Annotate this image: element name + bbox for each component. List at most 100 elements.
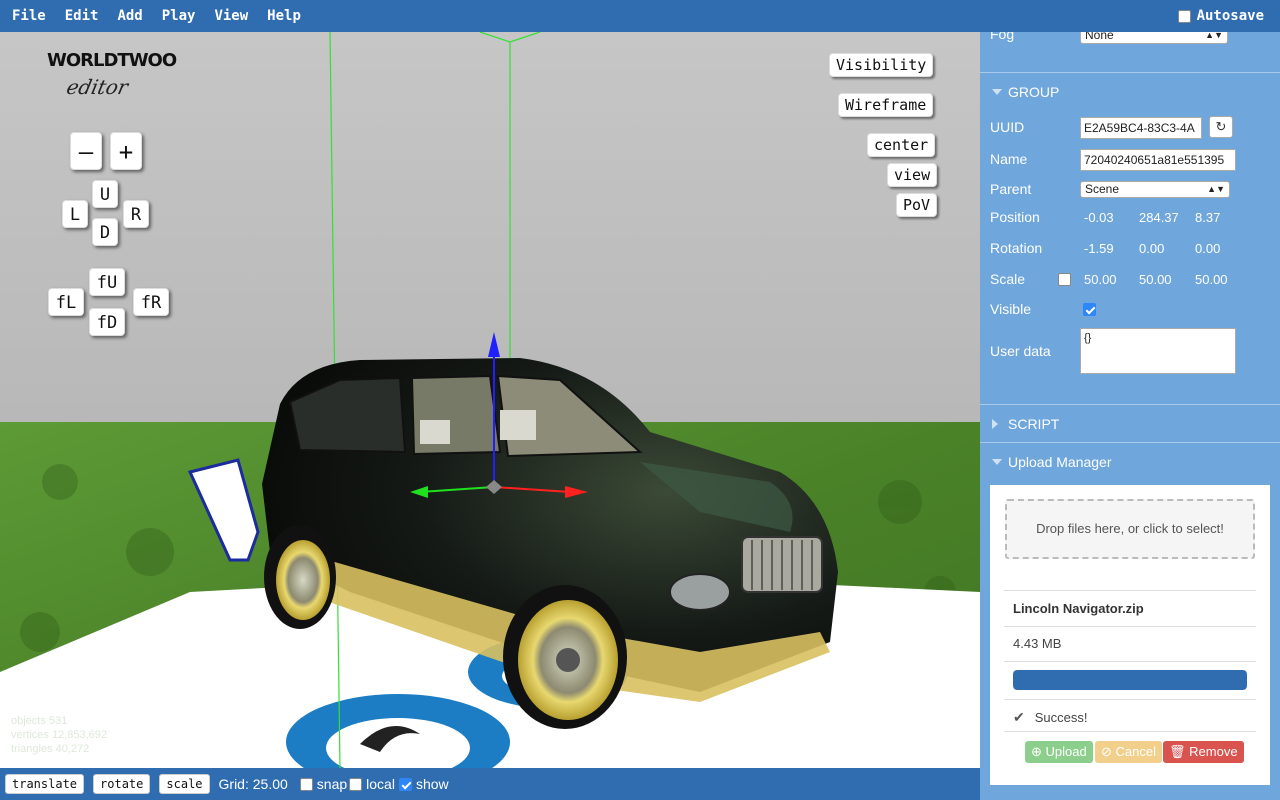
autosave-label: Autosave: [1196, 8, 1264, 24]
scale-label: Scale: [990, 271, 1026, 287]
scale-y[interactable]: 50.00: [1139, 272, 1172, 287]
upload-progress-fill: [1013, 670, 1247, 690]
view-button[interactable]: view: [887, 163, 938, 187]
upload-section-header[interactable]: Upload Manager: [992, 454, 1112, 470]
show-label: show: [415, 776, 449, 792]
visible-checkbox[interactable]: [1083, 303, 1096, 316]
fly-up-button[interactable]: fU: [89, 268, 125, 296]
scale-x[interactable]: 50.00: [1084, 272, 1117, 287]
properties-panel: Fog None ▲▼ GROUP UUID E2A59BC4-83C3-4A ↻…: [980, 32, 1280, 800]
rotation-label: Rotation: [990, 240, 1043, 256]
pan-right-button[interactable]: R: [123, 200, 149, 228]
position-y[interactable]: 284.37: [1139, 210, 1179, 225]
rotation-x[interactable]: -1.59: [1084, 241, 1114, 256]
select-arrow-icon: ▲▼: [1207, 184, 1225, 194]
upload-file-name: Lincoln Navigator.zip: [1013, 601, 1144, 616]
position-label: Position: [990, 209, 1040, 225]
file-dropzone[interactable]: Drop files here, or click to select!: [1005, 499, 1255, 559]
parent-select-value: Scene: [1085, 182, 1120, 196]
autosave-checkbox[interactable]: [1177, 9, 1191, 23]
menu-add[interactable]: Add: [109, 8, 150, 24]
bottom-toolbar: translate rotate scale Grid: 25.00 snap …: [0, 768, 980, 800]
remove-button-label: Remove: [1189, 744, 1238, 759]
stat-triangles: triangles 40,272: [11, 743, 90, 755]
rotation-z[interactable]: 0.00: [1195, 241, 1220, 256]
fog-select-value: None: [1085, 32, 1114, 42]
upload-status-text: Success!: [1034, 710, 1088, 725]
upload-status: ✔ Success!: [1013, 709, 1087, 726]
upload-progress-bar: [1013, 670, 1247, 690]
zoom-out-button[interactable]: –: [70, 132, 102, 170]
worldtwoo-logo: WORLDTWOO editor: [47, 50, 187, 110]
pan-left-button[interactable]: L: [62, 200, 88, 228]
wireframe-button[interactable]: Wireframe: [838, 93, 934, 117]
name-field[interactable]: 72040240651a81e551395: [1080, 149, 1236, 171]
pan-down-button[interactable]: D: [92, 218, 118, 246]
snap-label: snap: [316, 776, 348, 792]
menu-help[interactable]: Help: [259, 8, 309, 24]
zoom-in-button[interactable]: +: [110, 132, 142, 170]
fly-left-button[interactable]: fL: [48, 288, 84, 316]
translate-button[interactable]: translate: [5, 774, 85, 794]
stat-objects: objects 531: [11, 715, 68, 727]
parent-select[interactable]: Scene ▲▼: [1080, 181, 1230, 198]
menu-play[interactable]: Play: [154, 8, 204, 24]
uuid-field[interactable]: E2A59BC4-83C3-4A: [1080, 117, 1202, 139]
pov-button[interactable]: PoV: [896, 193, 938, 217]
grid-size[interactable]: Grid: 25.00: [219, 776, 288, 792]
group-section-header[interactable]: GROUP: [992, 84, 1059, 100]
checkmark-icon: ✔: [1013, 709, 1025, 725]
fly-right-button[interactable]: fR: [133, 288, 169, 316]
rotate-button[interactable]: rotate: [93, 774, 151, 794]
cancel-icon: ⊘: [1101, 744, 1112, 759]
stat-vertices: vertices 12,853,692: [11, 729, 108, 741]
visibility-button[interactable]: Visibility: [829, 53, 934, 77]
upload-section-title: Upload Manager: [1008, 454, 1112, 470]
autosave-toggle[interactable]: Autosave: [1177, 8, 1264, 24]
local-checkbox[interactable]: [349, 777, 363, 791]
pan-up-button[interactable]: U: [92, 180, 118, 208]
scale-button[interactable]: scale: [159, 774, 210, 794]
regenerate-uuid-button[interactable]: ↻: [1209, 116, 1233, 138]
scene-canvas[interactable]: [0, 32, 980, 768]
snap-checkbox[interactable]: [299, 777, 313, 791]
upload-button[interactable]: ⊕ Upload: [1025, 741, 1093, 763]
menu-view[interactable]: View: [206, 8, 256, 24]
script-section-header[interactable]: SCRIPT: [992, 416, 1059, 432]
viewport-3d[interactable]: WORLDTWOO editor – + U L R D fU fL fR fD…: [0, 32, 980, 768]
cancel-button[interactable]: ⊘ Cancel: [1095, 741, 1162, 763]
parent-label: Parent: [990, 181, 1032, 197]
collapse-icon: [992, 459, 1002, 465]
scale-z[interactable]: 50.00: [1195, 272, 1228, 287]
expand-icon: [992, 419, 998, 429]
logo-subtitle: editor: [64, 75, 131, 99]
menu-edit[interactable]: Edit: [57, 8, 107, 24]
cancel-button-label: Cancel: [1115, 744, 1156, 759]
local-label: local: [366, 776, 395, 792]
remove-button[interactable]: 🗑 Remove: [1163, 741, 1244, 763]
collapse-icon: [992, 89, 1002, 95]
select-arrow-icon: ▲▼: [1205, 32, 1223, 40]
userdata-label: User data: [990, 343, 1051, 359]
show-checkbox[interactable]: [398, 777, 412, 791]
refresh-icon: ↻: [1215, 119, 1227, 134]
position-z[interactable]: 8.37: [1195, 210, 1220, 225]
position-x[interactable]: -0.03: [1084, 210, 1114, 225]
center-button[interactable]: center: [867, 133, 936, 157]
fog-select[interactable]: None ▲▼: [1080, 32, 1228, 44]
userdata-textarea[interactable]: {}: [1080, 328, 1236, 374]
menu-file[interactable]: File: [4, 8, 54, 24]
uuid-label: UUID: [990, 119, 1025, 135]
upload-button-label: Upload: [1045, 744, 1087, 759]
upload-manager: Drop files here, or click to select! Lin…: [990, 485, 1270, 785]
upload-icon: ⊕: [1031, 744, 1042, 759]
fog-label: Fog: [990, 32, 1015, 42]
fly-down-button[interactable]: fD: [89, 308, 125, 336]
rotation-y[interactable]: 0.00: [1139, 241, 1164, 256]
visible-label: Visible: [990, 301, 1031, 317]
menu-bar: File Edit Add Play View Help Autosave: [0, 0, 1280, 32]
name-label: Name: [990, 151, 1028, 167]
scale-lock-checkbox[interactable]: [1058, 273, 1071, 286]
trash-icon: 🗑: [1169, 744, 1186, 759]
script-section-title: SCRIPT: [1008, 416, 1060, 432]
